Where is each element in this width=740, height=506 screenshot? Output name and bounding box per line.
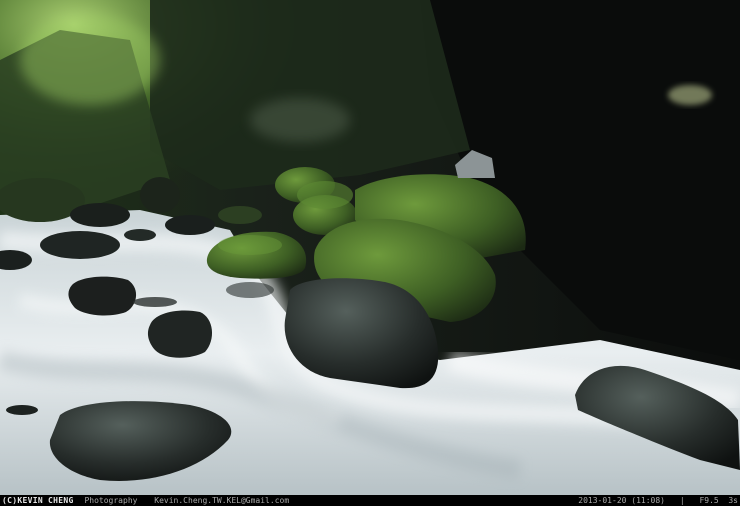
caption-bar: (C)KEVIN CHENG Photography Kevin.Cheng.T…	[0, 495, 740, 506]
caption-exif: 2013-01-20 (11:08) | F9.5 3s	[578, 495, 738, 506]
photographer-email: Kevin.Cheng.TW.KEL@Gmail.com	[154, 496, 290, 505]
stream-photo	[0, 0, 740, 495]
caption-credit: (C)KEVIN CHENG Photography Kevin.Cheng.T…	[2, 495, 289, 506]
exposure-settings: F9.5 3s	[699, 496, 738, 505]
caption-separator: |	[679, 496, 685, 505]
capture-timestamp: 2013-01-20 (11:08)	[578, 496, 665, 505]
photo-frame: (C)KEVIN CHENG Photography Kevin.Cheng.T…	[0, 0, 740, 506]
photographer-name: (C)KEVIN CHENG	[2, 496, 74, 505]
photographer-role: Photography	[84, 496, 138, 505]
